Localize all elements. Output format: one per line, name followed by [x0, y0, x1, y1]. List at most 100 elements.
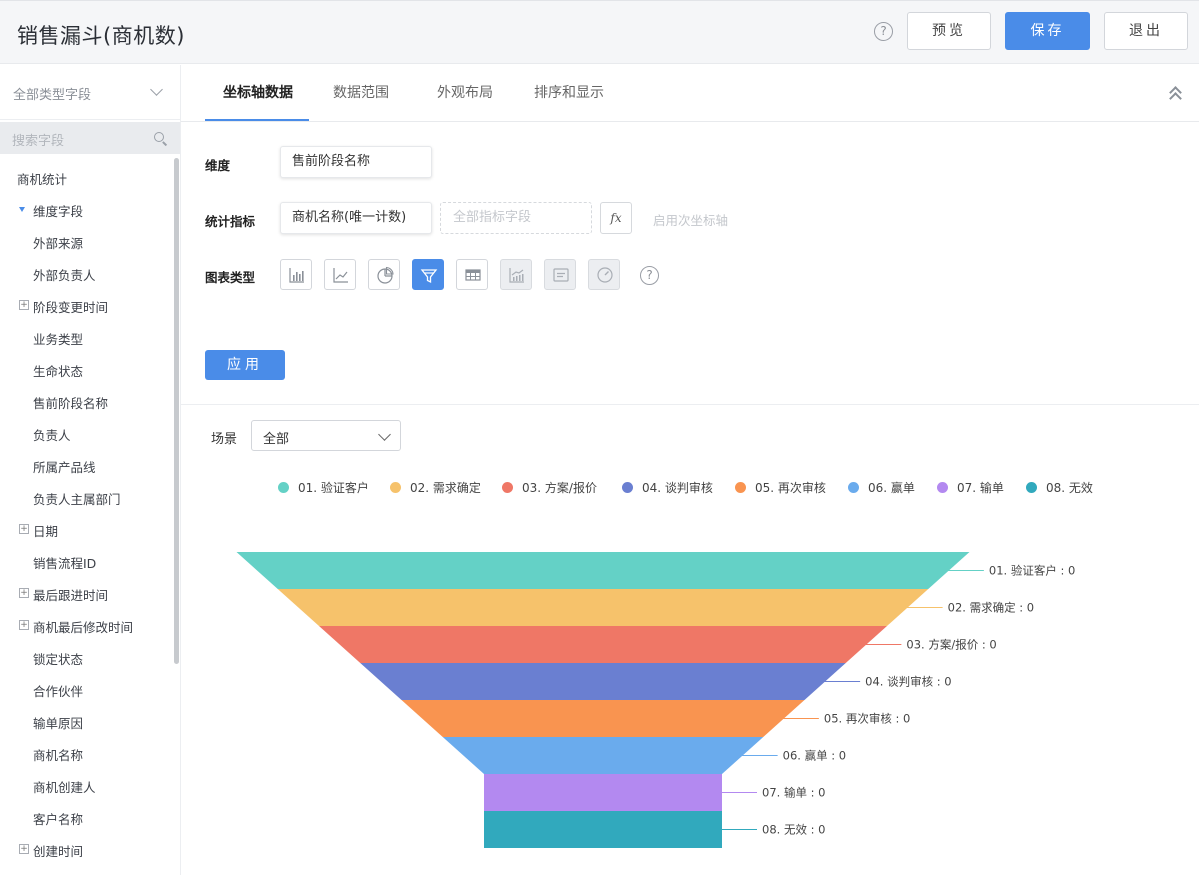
sidebar-item[interactable]: 销售流程ID	[33, 553, 96, 572]
chart-type-text-button[interactable]	[544, 259, 576, 290]
funnel-data-label: 03. 方案/报价 : 0	[906, 638, 996, 652]
funnel-data-label: 08. 无效 : 0	[762, 823, 825, 837]
tab-sort-display[interactable]: 排序和显示	[534, 82, 604, 102]
sidebar-item[interactable]: 输单原因	[33, 713, 83, 732]
expand-plus-icon[interactable]: +	[19, 300, 29, 310]
legend-dot	[848, 482, 859, 493]
collapse-up-icon[interactable]	[1169, 85, 1183, 105]
legend-label: 07. 输单	[957, 481, 1004, 495]
chart-type-help-icon[interactable]: ?	[640, 266, 659, 285]
funnel-segment[interactable]	[319, 626, 887, 663]
legend-dot	[622, 482, 633, 493]
tab-data-range[interactable]: 数据范围	[333, 82, 389, 102]
chart-type-gauge-button[interactable]	[588, 259, 620, 290]
field-search-input[interactable]: 搜索字段	[0, 122, 180, 154]
funnel-chart: 01. 验证客户 : 0 02. 需求确定 : 0 03. 方案/报价 : 0 04.…	[236, 552, 1075, 848]
sidebar-item[interactable]: 最后跟进时间	[33, 585, 108, 604]
funnel-segment[interactable]	[484, 774, 722, 811]
help-icon[interactable]: ?	[874, 22, 893, 41]
apply-button[interactable]: 应用	[205, 350, 285, 380]
metric-dropzone[interactable]: 全部指标字段	[440, 202, 592, 234]
legend-label: 06. 赢单	[868, 481, 915, 495]
legend-label: 08. 无效	[1046, 481, 1093, 495]
metric-chip[interactable]: 商机名称(唯一计数)	[280, 202, 432, 234]
sidebar-item[interactable]: 维度字段	[33, 201, 83, 220]
exit-button[interactable]: 退出	[1104, 12, 1188, 50]
sidebar-item[interactable]: 合作伙伴	[33, 681, 83, 700]
scene-select[interactable]: 全部	[251, 420, 401, 451]
save-button[interactable]: 保存	[1005, 12, 1090, 50]
active-tab-indicator	[205, 119, 309, 121]
sidebar-item[interactable]: 所属产品线	[33, 457, 96, 476]
expand-plus-icon[interactable]: +	[19, 844, 29, 854]
gauge-chart-icon	[597, 267, 613, 283]
funnel-segment[interactable]	[484, 811, 722, 848]
chart-type-line-button[interactable]	[324, 259, 356, 290]
table-chart-icon	[465, 269, 481, 281]
preview-button[interactable]: 预览	[907, 12, 991, 50]
scene-select-value: 全部	[263, 432, 290, 447]
expand-plus-icon[interactable]: +	[19, 588, 29, 598]
sidebar-item[interactable]: 售前阶段名称	[33, 393, 108, 412]
sidebar-item[interactable]: 商机名称	[33, 745, 83, 764]
scene-label: 场景	[211, 432, 238, 447]
legend-dot	[735, 482, 746, 493]
page-title: 销售漏斗(商机数)	[17, 24, 185, 48]
sidebar-item[interactable]: 负责人	[33, 425, 71, 444]
legend-label: 05. 再次审核	[755, 481, 826, 495]
sidebar-item[interactable]: 业务类型	[33, 329, 83, 348]
funnel-data-label: 06. 赢单 : 0	[783, 749, 846, 763]
funnel-segment[interactable]	[277, 589, 929, 626]
sidebar-item[interactable]: 商机统计	[17, 169, 67, 188]
dimension-label: 维度	[205, 158, 231, 173]
funnel-segment[interactable]	[236, 552, 970, 589]
field-sidebar: 全部类型字段 搜索字段 商机统计维度字段外部来源外部负责人阶段变更时间 + 业务类型…	[0, 65, 181, 875]
formula-button[interactable]: fx	[600, 202, 632, 234]
field-type-select[interactable]: 全部类型字段	[0, 65, 180, 120]
sidebar-item[interactable]: 日期	[33, 521, 58, 540]
chart-type-bar-button[interactable]	[280, 259, 312, 290]
chevron-down-icon	[150, 83, 163, 96]
sidebar-item[interactable]: 商机创建人	[33, 777, 96, 796]
tab-appearance[interactable]: 外观布局	[437, 82, 493, 102]
sidebar-item[interactable]: 锁定状态	[33, 649, 83, 668]
sidebar-item[interactable]: 外部来源	[33, 233, 83, 252]
chevron-down-icon	[378, 428, 391, 441]
sidebar-item[interactable]: 客户名称	[33, 809, 83, 828]
legend-label: 01. 验证客户	[298, 481, 369, 495]
funnel-chart-icon	[420, 269, 438, 284]
tab-axis-data[interactable]: 坐标轴数据	[223, 82, 293, 102]
sidebar-item[interactable]: 外部负责人	[33, 265, 96, 284]
dimension-chip[interactable]: 售前阶段名称	[280, 146, 432, 178]
legend-dot	[937, 482, 948, 493]
sidebar-item[interactable]: 生命状态	[33, 361, 83, 380]
secondary-axis-toggle[interactable]: 启用次坐标轴	[653, 210, 728, 229]
chart-type-combo-button[interactable]	[500, 259, 532, 290]
sidebar-item[interactable]: 负责人主属部门	[33, 489, 121, 508]
sidebar-scrollbar[interactable]	[174, 158, 179, 664]
sidebar-item[interactable]: 创建时间	[33, 841, 83, 860]
expand-plus-icon[interactable]: +	[19, 524, 29, 534]
pie-chart-icon	[377, 266, 394, 284]
metric-label: 统计指标	[205, 214, 256, 229]
funnel-data-label: 02. 需求确定 : 0	[948, 601, 1034, 615]
chart-type-table-button[interactable]	[456, 259, 488, 290]
field-type-select-value: 全部类型字段	[13, 88, 92, 103]
config-tabs: 坐标轴数据 数据范围 外观布局 排序和显示	[181, 65, 1199, 122]
legend-dot	[1026, 482, 1037, 493]
funnel-data-label: 01. 验证客户 : 0	[989, 564, 1075, 578]
chart-type-pie-button[interactable]	[368, 259, 400, 290]
search-icon[interactable]	[154, 132, 164, 142]
funnel-segment[interactable]	[442, 737, 764, 774]
funnel-data-label: 05. 再次审核 : 0	[824, 712, 910, 726]
expand-plus-icon[interactable]: +	[19, 620, 29, 630]
chart-type-funnel-button[interactable]	[412, 259, 444, 290]
sidebar-item[interactable]: 阶段变更时间	[33, 297, 108, 316]
legend-label: 04. 谈判审核	[642, 481, 713, 495]
text-card-icon	[553, 268, 569, 282]
funnel-segment[interactable]	[401, 700, 805, 737]
funnel-segment[interactable]	[360, 663, 846, 700]
sidebar-item[interactable]: 商机最后修改时间	[33, 617, 133, 636]
funnel-data-label: 04. 谈判审核 : 0	[865, 675, 951, 689]
caret-down-icon[interactable]	[19, 207, 25, 212]
